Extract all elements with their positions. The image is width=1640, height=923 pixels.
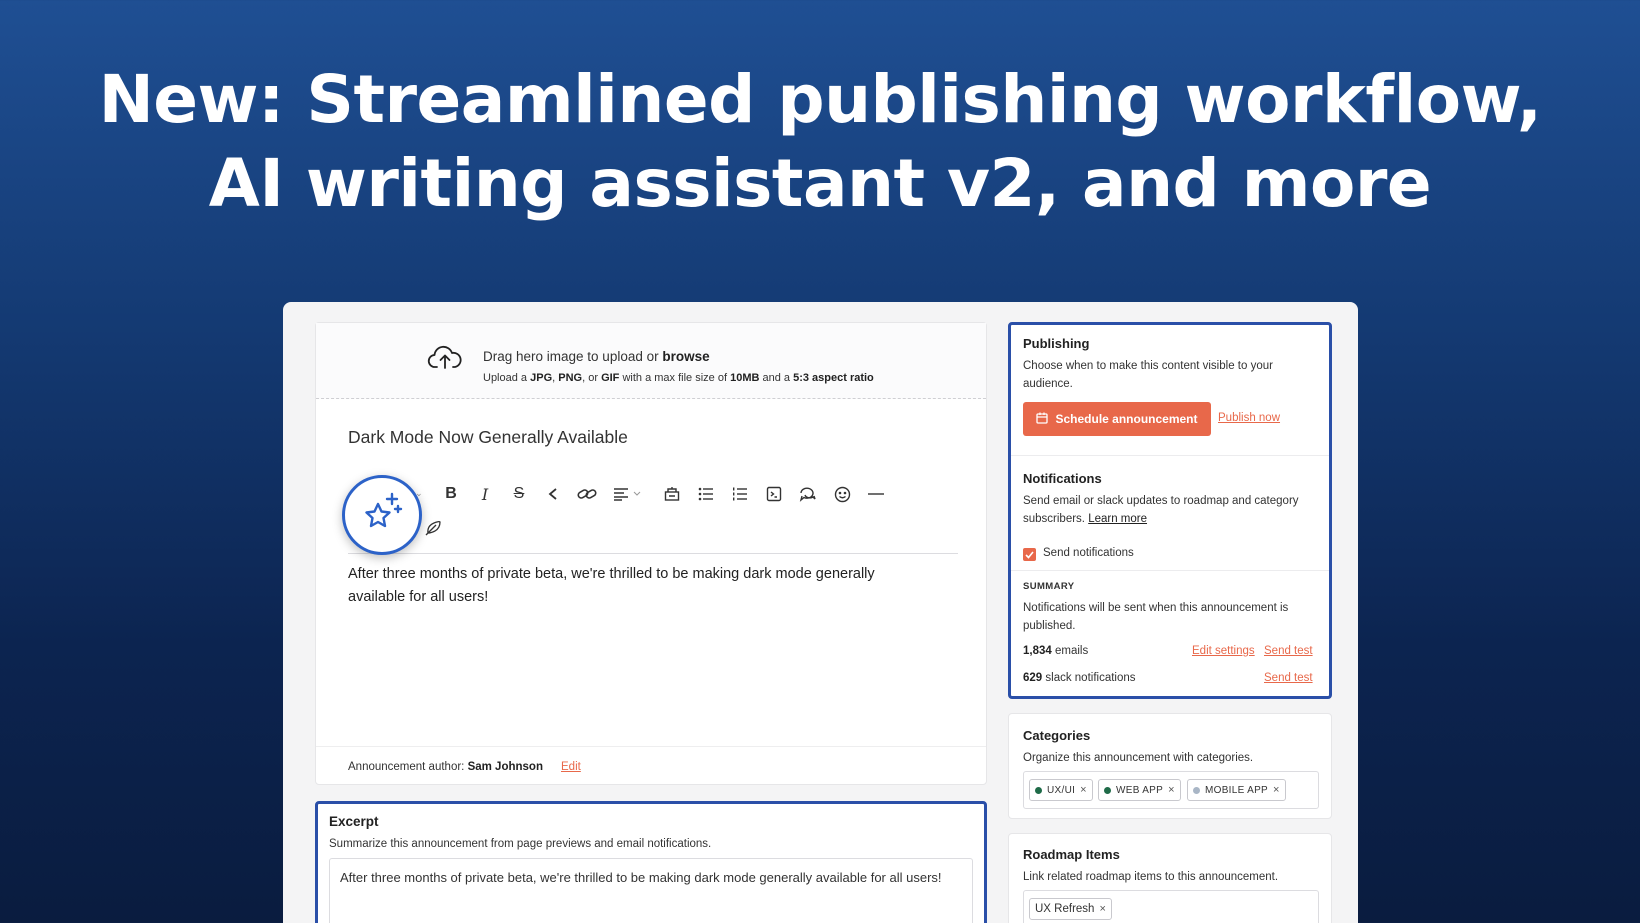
sparkle-star-icon: [359, 490, 405, 541]
upload-prompt-text: Drag hero image to upload or: [483, 349, 659, 364]
roadmap-tag: UX Refresh ×: [1029, 898, 1112, 920]
tag-dot: [1104, 786, 1111, 794]
emails-stat: 1,834 emails: [1023, 645, 1088, 657]
toolbar-divider: [348, 553, 958, 554]
headline-line-2: AI writing assistant v2, and more: [208, 145, 1432, 222]
upload-hint: Upload a JPG, PNG, or GIF with a max fil…: [483, 372, 874, 384]
schedule-announcement-button[interactable]: Schedule announcement: [1023, 402, 1211, 436]
max-size: 10MB: [730, 372, 760, 384]
categories-title: Categories: [1023, 728, 1091, 743]
upload-prompt: Drag hero image to upload or browse: [483, 349, 710, 364]
author-bar: Announcement author: Sam Johnson Edit: [316, 746, 986, 784]
send-test-emails-link[interactable]: Send test: [1264, 645, 1313, 657]
align-icon[interactable]: [610, 481, 646, 507]
publishing-card: Publishing Choose when to make this cont…: [1008, 322, 1332, 699]
edit-settings-link[interactable]: Edit settings: [1192, 645, 1255, 657]
emails-count: 1,834: [1023, 645, 1052, 657]
remove-tag-icon[interactable]: ×: [1099, 903, 1105, 915]
calendar-icon: [1036, 412, 1049, 427]
tag-dot: [1193, 786, 1200, 794]
categories-card: Categories Organize this announcement wi…: [1008, 713, 1332, 819]
excerpt-card: Excerpt Summarize this announcement from…: [315, 801, 987, 923]
embed-icon[interactable]: [659, 481, 685, 507]
category-tag: MOBILE APP ×: [1187, 779, 1286, 801]
hint-and: and a: [762, 372, 791, 384]
editor-card: Drag hero image to upload or browse Uplo…: [315, 322, 987, 785]
format-png: PNG: [558, 372, 583, 384]
remove-tag-icon[interactable]: ×: [1080, 784, 1087, 796]
notifications-description: Send email or slack updates to roadmap a…: [1023, 492, 1323, 528]
format-gif: GIF: [601, 372, 620, 384]
divider-icon[interactable]: [863, 481, 889, 507]
edit-author-link[interactable]: Edit: [561, 761, 581, 773]
editor-toolbar: xt⌄ B I S: [348, 481, 958, 541]
hint-or: or: [588, 372, 598, 384]
slack-count: 629: [1023, 672, 1043, 684]
roadmap-description: Link related roadmap items to this annou…: [1023, 871, 1279, 883]
announcement-body[interactable]: After three months of private beta, we'r…: [348, 563, 928, 609]
tag-label: MOBILE APP: [1205, 784, 1269, 796]
roadmap-card: Roadmap Items Link related roadmap items…: [1008, 833, 1332, 923]
headline: New: Streamlined publishing workflow, AI…: [0, 58, 1640, 226]
send-notifications-label: Send notifications: [1043, 547, 1134, 559]
tag-label: UX/UI: [1047, 784, 1076, 796]
headline-line-1: New: Streamlined publishing workflow,: [98, 61, 1542, 138]
tag-label: WEB APP: [1116, 784, 1164, 796]
code-block-icon[interactable]: [761, 481, 787, 507]
ai-assistant-button[interactable]: [342, 475, 422, 555]
bullet-list-icon[interactable]: [693, 481, 719, 507]
categories-description: Organize this announcement with categori…: [1023, 752, 1254, 764]
schedule-label: Schedule announcement: [1055, 412, 1198, 426]
excerpt-title: Excerpt: [329, 814, 379, 829]
category-tag: WEB APP ×: [1098, 779, 1181, 801]
roadmap-input[interactable]: UX Refresh ×: [1023, 890, 1319, 923]
categories-input[interactable]: UX/UI × WEB APP × MOBILE APP ×: [1023, 771, 1319, 809]
numbered-list-icon[interactable]: [727, 481, 753, 507]
tag-label: UX Refresh: [1035, 903, 1095, 915]
tag-dot: [1035, 786, 1042, 794]
publishing-description: Choose when to make this content visible…: [1023, 360, 1273, 390]
publish-now-link[interactable]: Publish now: [1218, 412, 1280, 424]
announcement-title[interactable]: Dark Mode Now Generally Available: [348, 427, 628, 448]
strikethrough-icon[interactable]: S: [506, 481, 532, 507]
publishing-title: Publishing: [1023, 336, 1090, 351]
summary-label: SUMMARY: [1023, 581, 1075, 592]
category-tag: UX/UI ×: [1029, 779, 1093, 801]
code-icon[interactable]: [540, 481, 566, 507]
excerpt-description: Summarize this announcement from page pr…: [329, 838, 712, 850]
roadmap-title: Roadmap Items: [1023, 847, 1120, 862]
cloud-upload-icon: [427, 343, 463, 376]
notifications-title: Notifications: [1023, 471, 1102, 486]
section-divider: [1011, 455, 1329, 456]
link-icon[interactable]: [574, 481, 600, 507]
remove-tag-icon[interactable]: ×: [1273, 784, 1280, 796]
learn-more-link[interactable]: Learn more: [1088, 513, 1147, 525]
hint-max: with a max file size of: [622, 372, 728, 384]
emails-label: emails: [1054, 645, 1089, 657]
slack-stat: 629 slack notifications: [1023, 672, 1136, 684]
author-name: Sam Johnson: [467, 761, 543, 773]
notifications-description-text: Send email or slack updates to roadmap a…: [1023, 495, 1299, 525]
send-test-slack-link[interactable]: Send test: [1264, 672, 1313, 684]
summary-text: Notifications will be sent when this ann…: [1023, 602, 1289, 632]
italic-icon[interactable]: I: [472, 481, 498, 507]
aspect-ratio: 5:3 aspect ratio: [793, 372, 874, 384]
emoji-icon[interactable]: [829, 481, 855, 507]
author-info: Announcement author: Sam Johnson: [348, 761, 543, 773]
section-divider: [1011, 570, 1329, 571]
remove-tag-icon[interactable]: ×: [1168, 784, 1175, 796]
app-panel: Drag hero image to upload or browse Uplo…: [283, 302, 1358, 923]
format-jpg: JPG: [530, 372, 553, 384]
comment-icon[interactable]: [795, 481, 821, 507]
send-notifications-checkbox[interactable]: [1023, 548, 1036, 561]
hero-image-dropzone[interactable]: Drag hero image to upload or browse Uplo…: [316, 323, 986, 399]
author-label: Announcement author:: [348, 761, 465, 773]
excerpt-textarea[interactable]: After three months of private beta, we'r…: [329, 858, 973, 923]
slack-label: slack notifications: [1045, 672, 1136, 684]
feather-icon[interactable]: [420, 515, 446, 541]
bold-icon[interactable]: B: [438, 481, 464, 507]
hint-prefix: Upload a: [483, 372, 528, 384]
browse-link[interactable]: browse: [662, 349, 709, 364]
